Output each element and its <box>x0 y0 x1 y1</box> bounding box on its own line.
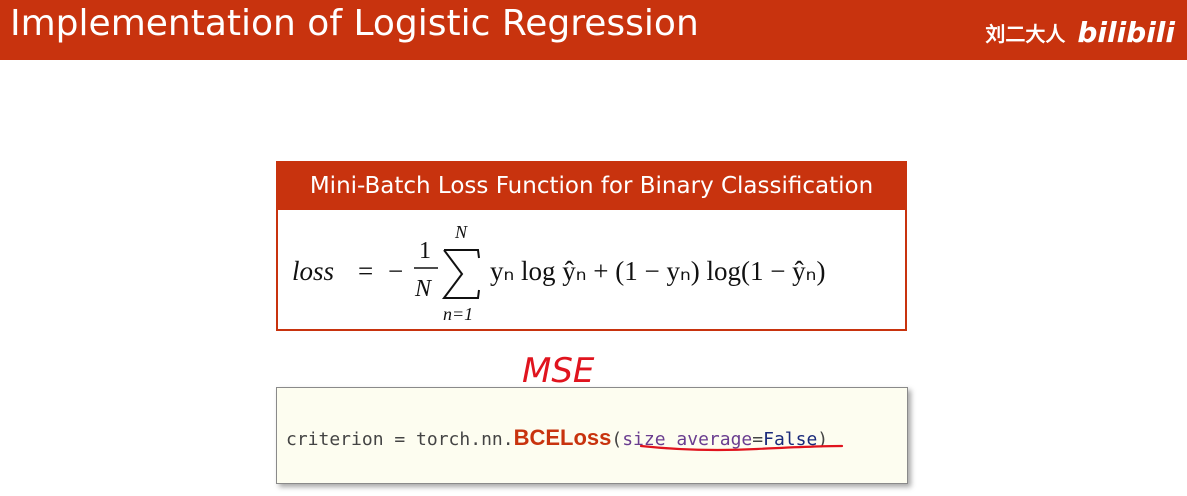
formula-frac-num: 1 <box>419 238 431 264</box>
formula-body: yₙ log ŷₙ + (1 − yₙ) log(1 − ŷₙ) <box>490 256 825 286</box>
handwritten-underline <box>639 444 844 452</box>
formula-minus: − <box>388 256 403 286</box>
slide-header: Implementation of Logistic Regression 刘二… <box>0 0 1187 60</box>
formula-frac-den: N <box>414 276 433 302</box>
formula-sum-upper: N <box>454 222 468 242</box>
code-prefix: criterion = torch.nn. <box>286 429 514 450</box>
code-open-paren: ( <box>611 429 623 450</box>
handwritten-annotation: MSE <box>522 351 595 388</box>
brand-watermark: 刘二大人 bilibili <box>985 16 1175 49</box>
annotation-text: MSE <box>522 351 595 388</box>
formula-equals: = <box>358 256 373 286</box>
formula-lhs: loss <box>292 256 334 286</box>
bilibili-logo: bilibili <box>1077 16 1175 49</box>
code-class-name: BCELoss <box>513 425 612 450</box>
formula-sum-lower: n=1 <box>443 304 473 324</box>
code-snippet-box: criterion = torch.nn.BCELoss(size_averag… <box>276 387 908 484</box>
slide-title: Implementation of Logistic Regression <box>10 3 699 44</box>
formula-sigma <box>442 249 480 299</box>
loss-formula: loss = − 1 N N n=1 yₙ log ŷₙ + (1 − yₙ) … <box>292 222 825 324</box>
loss-function-box: Mini-Batch Loss Function for Binary Clas… <box>276 161 907 331</box>
brand-author: 刘二大人 <box>985 22 1066 46</box>
loss-box-heading: Mini-Batch Loss Function for Binary Clas… <box>278 163 905 210</box>
